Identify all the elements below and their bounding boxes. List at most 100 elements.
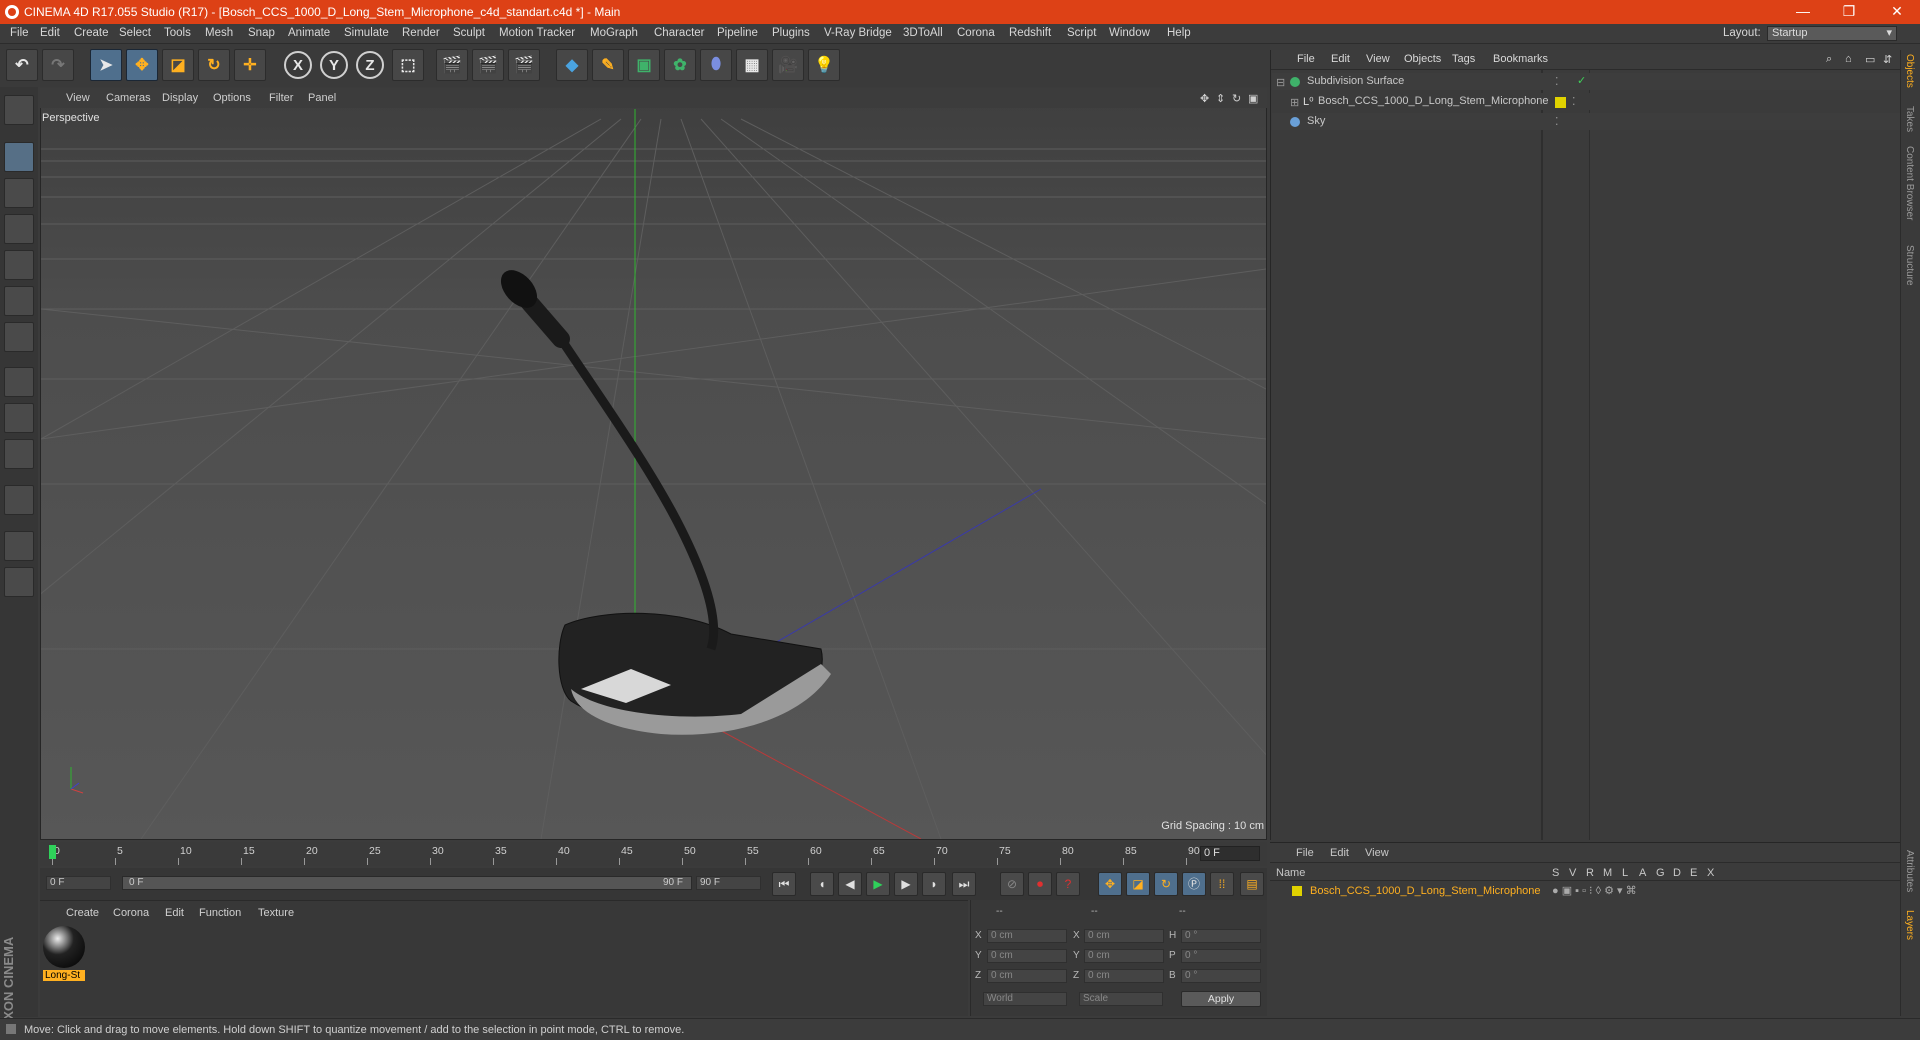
keyframe-selection-button[interactable]: ? — [1056, 872, 1080, 896]
tab-takes[interactable]: Takes — [1904, 106, 1915, 132]
viewport-menu-display[interactable]: Display — [162, 92, 198, 104]
model-mode-button[interactable] — [4, 142, 34, 172]
visibility-dots-icon[interactable]: ⁚ — [1555, 115, 1559, 128]
pos-x-field[interactable]: 0 cm — [987, 929, 1067, 943]
viewport-menu-view[interactable]: View — [66, 92, 90, 104]
points-mode-button[interactable] — [4, 250, 34, 280]
object-row-subdivision-surface[interactable]: ⊟ Subdivision Surface ⁚ ✓ — [1272, 73, 1900, 90]
edges-mode-button[interactable] — [4, 286, 34, 316]
previous-frame-button[interactable]: ◀ — [838, 872, 862, 896]
menu-edit[interactable]: Edit — [40, 27, 60, 39]
material-menu-edit[interactable]: Edit — [165, 907, 184, 919]
next-frame-button[interactable]: ▶ — [894, 872, 918, 896]
size-z-field[interactable]: 0 cm — [1084, 969, 1164, 983]
menu-redshift[interactable]: Redshift — [1009, 27, 1051, 39]
scale-tool-button[interactable]: ◪ — [162, 49, 194, 81]
layer-col-name[interactable]: Name — [1276, 867, 1305, 879]
timeline-ruler[interactable]: 0 5 10 15 20 25 30 35 40 45 50 55 60 65 70 75 80 85 90 0 F — [40, 842, 1267, 866]
material-menu-create[interactable]: Create — [66, 907, 99, 919]
add-deformer-button[interactable]: ⬮ — [700, 49, 732, 81]
layer-col-generators[interactable]: G — [1656, 867, 1665, 879]
viewport-menu-cameras[interactable]: Cameras — [106, 92, 151, 104]
x-axis-lock-button[interactable]: X — [284, 51, 312, 79]
menu-create[interactable]: Create — [74, 27, 109, 39]
go-to-end-button[interactable]: ⏭ — [952, 872, 976, 896]
key-position-button[interactable]: ✥ — [1098, 872, 1122, 896]
layer-col-xref[interactable]: X — [1707, 867, 1714, 879]
search-icon[interactable]: ⌕ — [1826, 53, 1832, 66]
key-scale-button[interactable]: ◪ — [1126, 872, 1150, 896]
menu-script[interactable]: Script — [1067, 27, 1096, 39]
solo-button[interactable] — [4, 439, 34, 469]
menu-tools[interactable]: Tools — [164, 27, 191, 39]
previous-key-button[interactable]: ◖ — [810, 872, 834, 896]
coordinate-space-dropdown[interactable]: World — [983, 992, 1067, 1006]
checkmark-icon[interactable]: ✓ — [1577, 74, 1586, 87]
workplane-lock-button[interactable] — [4, 531, 34, 561]
add-subdivision-button[interactable]: ▣ — [628, 49, 660, 81]
layer-col-view[interactable]: V — [1569, 867, 1576, 879]
viewport-menu-options[interactable]: Options — [213, 92, 251, 104]
viewport-zoom-icon[interactable]: ⇕ — [1216, 92, 1225, 105]
layer-col-deformers[interactable]: D — [1673, 867, 1681, 879]
workplane-mode-button[interactable] — [4, 214, 34, 244]
home-icon[interactable]: ⌂ — [1845, 53, 1852, 65]
viewport-menu-panel[interactable]: Panel — [308, 92, 336, 104]
menu-corona[interactable]: Corona — [957, 27, 995, 39]
menu-mesh[interactable]: Mesh — [205, 27, 233, 39]
expand-icon[interactable]: ⇵ — [1883, 53, 1892, 66]
viewport-menu-filter[interactable]: Filter — [269, 92, 293, 104]
make-editable-button[interactable] — [4, 95, 34, 125]
viewport-canvas[interactable] — [41, 89, 1266, 839]
tab-attributes[interactable]: Attributes — [1904, 850, 1915, 892]
layers-menu-view[interactable]: View — [1365, 847, 1389, 859]
viewport-perspective[interactable] — [40, 88, 1267, 840]
add-spline-pen-button[interactable]: ✎ — [592, 49, 624, 81]
last-tool-button[interactable]: ✛ — [234, 49, 266, 81]
tab-structure[interactable]: Structure — [1904, 245, 1915, 286]
menu-pipeline[interactable]: Pipeline — [717, 27, 758, 39]
pos-z-field[interactable]: 0 cm — [987, 969, 1067, 983]
viewport-rotate-icon[interactable]: ↻ — [1232, 92, 1241, 105]
menu-select[interactable]: Select — [119, 27, 151, 39]
layout-dropdown[interactable]: Startup ▾ — [1767, 26, 1897, 41]
rot-b-field[interactable]: 0 ° — [1181, 969, 1261, 983]
add-floor-button[interactable]: ▦ — [736, 49, 768, 81]
render-view-button[interactable]: 🎬 — [436, 49, 468, 81]
add-cube-button[interactable]: ◆ — [556, 49, 588, 81]
current-frame-field[interactable]: 0 F — [1200, 846, 1260, 861]
collapse-toggle[interactable]: ⊟ — [1276, 76, 1285, 89]
layer-col-solo[interactable]: S — [1552, 867, 1559, 879]
tweak-mode-button[interactable] — [4, 403, 34, 433]
play-button[interactable]: ▶ — [866, 872, 890, 896]
menu-mograph[interactable]: MoGraph — [590, 27, 638, 39]
layer-flag-icons[interactable]: ● ▣ ▪ ▫ ⁝ ◊ ⚙ ▾ ⌘ — [1552, 884, 1637, 897]
tab-objects[interactable]: Objects — [1904, 54, 1915, 88]
layer-col-render[interactable]: R — [1586, 867, 1594, 879]
key-rotation-button[interactable]: ↻ — [1154, 872, 1178, 896]
viewport-maximize-icon[interactable]: ▣ — [1248, 92, 1258, 105]
objects-menu-view[interactable]: View — [1366, 53, 1390, 65]
menu-character[interactable]: Character — [654, 27, 705, 39]
tab-layers[interactable]: Layers — [1904, 910, 1915, 940]
apply-button[interactable]: Apply — [1181, 991, 1261, 1007]
objects-menu-file[interactable]: File — [1297, 53, 1315, 65]
coordinate-system-button[interactable]: ⬚ — [392, 49, 424, 81]
minimize-button[interactable]: — — [1780, 0, 1826, 24]
layer-row[interactable]: Bosch_CCS_1000_D_Long_Stem_Microphone ● … — [1270, 883, 1900, 899]
layer-col-animation[interactable]: A — [1639, 867, 1646, 879]
visibility-dots-icon[interactable]: ⁚ — [1572, 95, 1576, 108]
render-picture-viewer-button[interactable]: 🎬 — [472, 49, 504, 81]
add-light-button[interactable]: 💡 — [808, 49, 840, 81]
objects-menu-objects[interactable]: Objects — [1404, 53, 1441, 65]
objects-menu-tags[interactable]: Tags — [1452, 53, 1475, 65]
menu-sculpt[interactable]: Sculpt — [453, 27, 485, 39]
redo-button[interactable]: ↷ — [42, 49, 74, 81]
playhead-marker[interactable] — [49, 845, 56, 859]
key-pla-button[interactable]: ⁞⁞ — [1210, 872, 1234, 896]
z-axis-lock-button[interactable]: Z — [356, 51, 384, 79]
autokey-button[interactable]: ⏺ — [1028, 872, 1052, 896]
record-keys-button[interactable]: ⊘ — [1000, 872, 1024, 896]
object-row-microphone[interactable]: ⊞ L⁰ Bosch_CCS_1000_D_Long_Stem_Micropho… — [1272, 93, 1900, 110]
objects-menu-edit[interactable]: Edit — [1331, 53, 1350, 65]
